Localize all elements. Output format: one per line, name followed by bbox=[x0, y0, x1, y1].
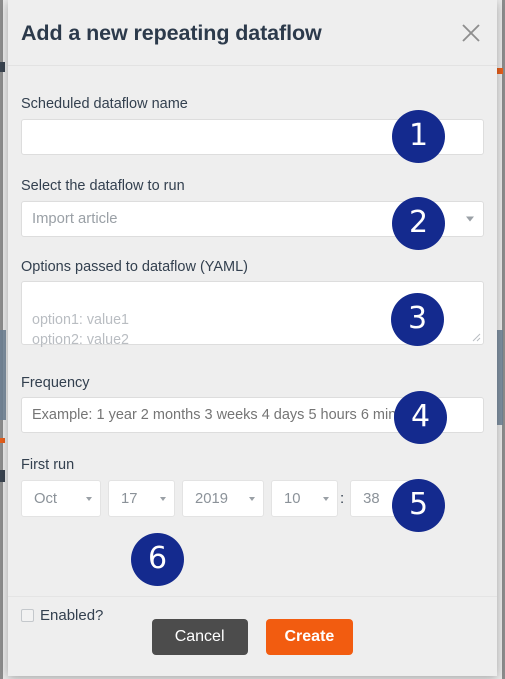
first-run-year-select[interactable]: 2019 bbox=[182, 480, 264, 517]
background-fleck bbox=[497, 330, 503, 425]
annotation-badge-2: 2 bbox=[392, 197, 445, 250]
page-title: Add a new repeating dataflow bbox=[21, 21, 322, 45]
dataflow-select-value: Import article bbox=[32, 211, 118, 227]
annotation-badge-1: 1 bbox=[392, 110, 445, 163]
annotation-badge-6: 6 bbox=[131, 533, 184, 586]
background-fleck bbox=[0, 470, 5, 482]
chevron-down-icon bbox=[466, 216, 474, 222]
create-button[interactable]: Create bbox=[265, 618, 354, 655]
first-run-day-select[interactable]: 17 bbox=[108, 480, 175, 517]
dataflow-select-label: Select the dataflow to run bbox=[21, 178, 185, 194]
frequency-label: Frequency bbox=[21, 375, 90, 391]
annotation-badge-5: 5 bbox=[392, 479, 445, 532]
scheduled-name-label: Scheduled dataflow name bbox=[21, 96, 188, 112]
first-run-datetime-row: Oct 17 2019 10 : 38 bbox=[21, 480, 418, 517]
chevron-down-icon bbox=[323, 496, 329, 501]
options-yaml-placeholder: option1: value1 option2: value2 bbox=[32, 311, 129, 349]
resize-handle-icon[interactable] bbox=[471, 332, 481, 342]
screen: Add a new repeating dataflow Scheduled d… bbox=[0, 0, 505, 679]
background-fleck bbox=[0, 62, 5, 72]
chevron-down-icon bbox=[249, 496, 255, 501]
close-icon[interactable] bbox=[457, 19, 485, 47]
chevron-down-icon bbox=[86, 496, 92, 501]
background-fleck bbox=[497, 68, 503, 74]
annotation-badge-4: 4 bbox=[394, 391, 447, 444]
chevron-down-icon bbox=[160, 496, 166, 501]
first-run-month-value: Oct bbox=[34, 490, 58, 507]
cancel-button[interactable]: Cancel bbox=[151, 618, 248, 655]
first-run-hour-select[interactable]: 10 bbox=[271, 480, 338, 517]
first-run-year-value: 2019 bbox=[195, 490, 228, 507]
first-run-minute-value: 38 bbox=[363, 490, 380, 507]
time-separator: : bbox=[340, 490, 345, 507]
background-fleck bbox=[0, 330, 6, 420]
first-run-month-select[interactable]: Oct bbox=[21, 480, 101, 517]
annotation-badge-3: 3 bbox=[391, 293, 444, 346]
first-run-day-value: 17 bbox=[121, 490, 138, 507]
options-yaml-label: Options passed to dataflow (YAML) bbox=[21, 259, 249, 275]
first-run-hour-value: 10 bbox=[284, 490, 301, 507]
background-fleck bbox=[0, 438, 5, 443]
first-run-label: First run bbox=[21, 457, 75, 473]
dialog-footer: Cancel Create bbox=[8, 596, 497, 676]
dialog-header: Add a new repeating dataflow bbox=[8, 0, 497, 66]
